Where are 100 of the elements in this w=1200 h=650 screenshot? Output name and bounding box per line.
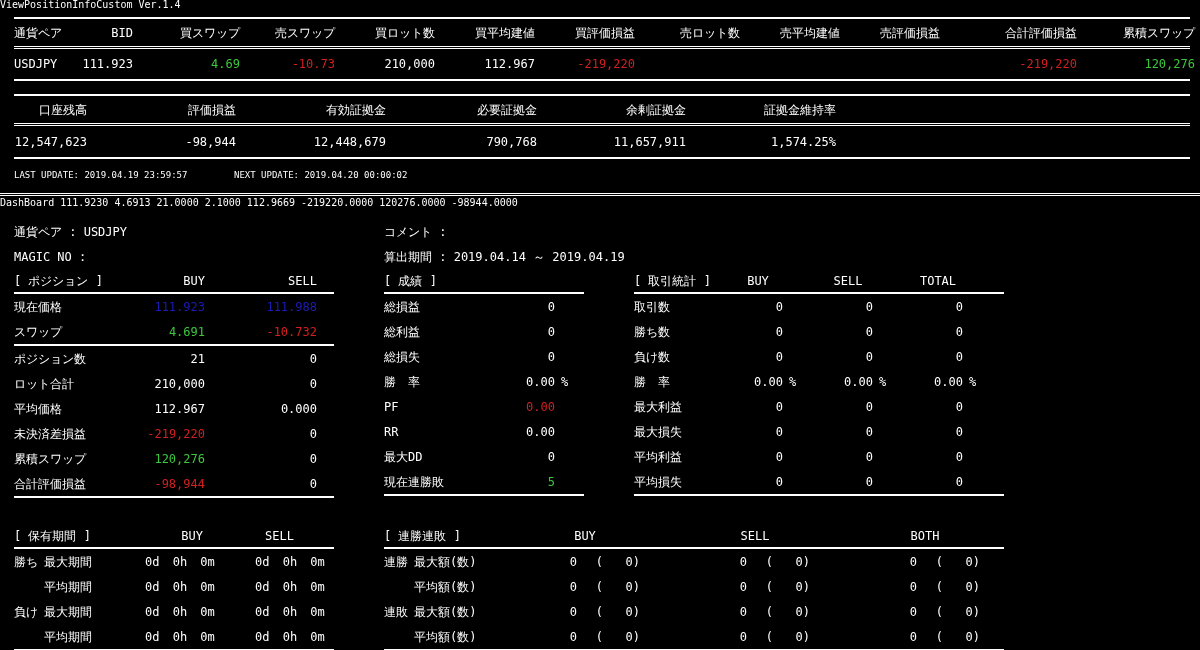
table-cell-text: 0 xyxy=(864,323,873,341)
row-label: 最大DD xyxy=(384,449,423,464)
table-cell: 4.69 xyxy=(211,57,240,71)
table-cell: 210,000 xyxy=(154,376,205,391)
group-label: 勝ち xyxy=(14,553,39,571)
column-header: 通貨ペア xyxy=(14,25,62,40)
table-cell-text: 0 xyxy=(864,348,873,366)
unit-text: % xyxy=(561,374,569,389)
table-cell: 12,448,679 xyxy=(313,134,386,149)
table-cell: 4.691 xyxy=(168,324,205,339)
row-label: ポジション数 xyxy=(14,351,86,366)
table-cell-text: 0) xyxy=(624,578,640,596)
row-label: 総損益 xyxy=(384,299,420,314)
parenthesis-text: ( xyxy=(934,603,943,621)
table-cell: -98,944 xyxy=(185,134,236,149)
table-cell-text: 0 xyxy=(864,448,873,466)
table-cell-text: 0 xyxy=(908,603,917,621)
parenthesis-text: ( xyxy=(934,578,943,596)
table-cell: 0 xyxy=(309,426,317,441)
table-cell: -219,220 xyxy=(577,57,635,71)
section-title: [ 成績 ] xyxy=(384,272,437,290)
row-label: 負け数 xyxy=(634,349,670,364)
table-cell: -10.732 xyxy=(266,324,317,339)
table-cell-text: 0) xyxy=(964,628,980,646)
row-label: ロット合計 xyxy=(14,376,74,391)
dashboard-values-text: DashBoard 111.9230 4.6913 21.0000 2.1000 112.9669 -219220.0000 120276.0000 -98944.0000 xyxy=(0,196,519,210)
table-cell-text: 0 xyxy=(774,473,783,491)
column-header: 口座残高 xyxy=(39,102,87,117)
table-cell: USDJPY xyxy=(14,57,58,71)
table-cell: -219,220 xyxy=(1019,57,1077,71)
group-label: 連敗 xyxy=(384,603,409,621)
column-header: BUY xyxy=(574,528,596,543)
section-title: [ 取引統計 ] xyxy=(634,273,711,288)
row-label: 平均期間 xyxy=(44,578,92,596)
table-cell-text: 0) xyxy=(794,628,810,646)
row-label: 勝ち数 xyxy=(634,324,670,339)
column-header: SELL xyxy=(740,528,770,543)
table-cell-text: 0 xyxy=(738,628,747,646)
row-label: 最大期間 xyxy=(44,603,92,621)
unit-text: % xyxy=(789,373,797,391)
column-header: 売スワップ xyxy=(275,25,335,40)
table-cell-text: 0 xyxy=(908,578,917,596)
table-cell: 5 xyxy=(547,474,555,489)
parenthesis-text: ( xyxy=(594,628,603,646)
column-header: TOTAL xyxy=(919,273,957,288)
table-cell-text: 0 xyxy=(954,348,963,366)
parenthesis-text: ( xyxy=(594,578,603,596)
table-cell-text: 0 xyxy=(738,553,747,571)
table-cell: 21 xyxy=(190,351,205,366)
table-cell: 0 xyxy=(309,376,317,391)
table-cell-text: 0) xyxy=(624,628,640,646)
section-title: [ 連勝連敗 ] xyxy=(384,528,461,543)
table-cell-text: 0 xyxy=(908,628,917,646)
table-cell-text: 0 xyxy=(864,423,873,441)
table-cell: 0d 0h 0m xyxy=(145,604,215,619)
table-cell: 0 xyxy=(309,351,317,366)
table-cell-text: 0 xyxy=(568,603,577,621)
column-header: 買スワップ xyxy=(180,25,240,40)
parenthesis-text: ( xyxy=(594,603,603,621)
row-label: 勝 率 xyxy=(384,374,420,389)
column-header: 評価損益 xyxy=(188,102,236,117)
row-label: 平均期間 xyxy=(44,628,92,646)
table-cell: -219,220 xyxy=(147,426,205,441)
column-header: 買評価損益 xyxy=(575,25,635,40)
last-update-text: LAST UPDATE: 2019.04.19 23:59:57 xyxy=(14,169,189,183)
table-cell-text: 0 xyxy=(774,448,783,466)
table-cell-text: 0 xyxy=(864,298,873,316)
column-header: 買平均建値 xyxy=(475,25,535,40)
parenthesis-text: ( xyxy=(934,628,943,646)
column-header: SELL xyxy=(833,273,863,288)
parenthesis-text: ( xyxy=(764,603,773,621)
row-label: 合計評価損益 xyxy=(14,476,86,491)
table-cell-text: 0) xyxy=(794,553,810,571)
table-cell-text: 0 xyxy=(568,553,577,571)
currency-pair-text: 通貨ペア : USDJPY xyxy=(14,223,128,241)
table-cell: 1,574.25% xyxy=(770,134,836,149)
table-cell: 112.967 xyxy=(154,401,205,416)
table-cell: 790,768 xyxy=(486,134,537,149)
column-header: 有効証拠金 xyxy=(326,102,386,117)
table-cell-text: 0.00 xyxy=(843,373,873,391)
table-cell: 0d 0h 0m xyxy=(255,579,325,594)
row-label: スワップ xyxy=(14,324,62,339)
row-label: 最大利益 xyxy=(634,399,682,414)
table-cell: 0d 0h 0m xyxy=(255,629,325,644)
table-cell: 111.923 xyxy=(82,57,133,71)
table-cell-text: 0) xyxy=(624,603,640,621)
table-cell-text: 0 xyxy=(568,628,577,646)
row-label: 平均額(数) xyxy=(414,628,477,646)
row-label: 平均額(数) xyxy=(414,578,477,596)
row-label: 平均損失 xyxy=(634,474,682,489)
table-cell-text: 0) xyxy=(794,578,810,596)
row-label: 最大損失 xyxy=(634,424,682,439)
table-cell-text: 0 xyxy=(738,603,747,621)
table-cell-text: 0 xyxy=(774,323,783,341)
column-header: 累積スワップ xyxy=(1123,25,1195,40)
row-label: 平均価格 xyxy=(14,401,62,416)
table-cell: 0d 0h 0m xyxy=(145,554,215,569)
table-cell: -98,944 xyxy=(154,476,205,491)
table-cell: 0.00 xyxy=(526,424,555,439)
table-cell-text: 0 xyxy=(738,578,747,596)
